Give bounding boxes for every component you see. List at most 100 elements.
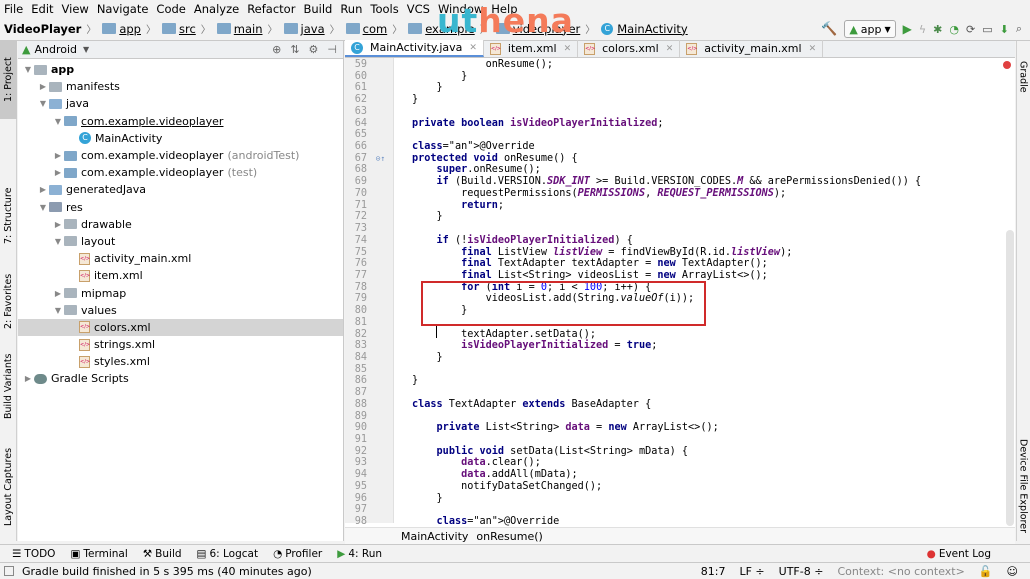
code-line[interactable]: 87 [345, 387, 1015, 399]
tree-item[interactable]: </> item.xml [18, 267, 343, 284]
breadcrumb-item[interactable]: src 〉 [161, 21, 217, 36]
code-line[interactable]: 86} [345, 375, 1015, 387]
code-line[interactable]: 80 } [345, 305, 1015, 317]
chevron-down-icon[interactable]: ▼ [52, 117, 64, 126]
status-toggle-icon[interactable] [4, 566, 14, 576]
chevron-right-icon[interactable]: ▶ [52, 151, 64, 160]
tree-item[interactable]: ▼ values [18, 302, 343, 319]
tab-logcat[interactable]: ▤ 6: Logcat [197, 548, 259, 560]
code-line[interactable]: 61 } [345, 82, 1015, 94]
code-line[interactable]: 60 } [345, 71, 1015, 83]
code-line[interactable]: 94 data.addAll(mData); [345, 469, 1015, 481]
tab-build-variants[interactable]: Build Variants [0, 346, 17, 426]
code-line[interactable]: 73 [345, 223, 1015, 235]
code-line[interactable]: 85 [345, 364, 1015, 376]
code-line[interactable]: 92 public void setData(List<String> mDat… [345, 446, 1015, 458]
menu-file[interactable]: File [4, 2, 23, 16]
tree-item[interactable]: ▶ com.example.videoplayer (test) [18, 164, 343, 181]
chevron-right-icon[interactable]: ▶ [52, 220, 64, 229]
chevron-right-icon[interactable]: ▶ [37, 82, 49, 91]
code-line[interactable]: 77 final List<String> videosList = new A… [345, 270, 1015, 282]
hide-icon[interactable]: ⊣ [327, 43, 337, 56]
caret-position[interactable]: 81:7 [701, 565, 726, 578]
tab-profiler[interactable]: ◔ Profiler [273, 548, 322, 560]
menu-build[interactable]: Build [303, 2, 332, 16]
code-line[interactable]: 70 requestPermissions(PERMISSIONS, REQUE… [345, 188, 1015, 200]
lock-icon[interactable]: 🔓 [979, 565, 993, 578]
code-line[interactable]: 75 final ListView listView = findViewByI… [345, 247, 1015, 259]
profile-icon[interactable]: ◔ [949, 23, 959, 36]
code-line[interactable]: 97 [345, 504, 1015, 516]
hammer-icon[interactable]: 🔨 [821, 22, 837, 37]
editor-tab[interactable]: C MainActivity.java ✕ [345, 40, 484, 57]
sdk-icon[interactable]: ⬇ [1000, 23, 1009, 36]
tab-todo[interactable]: ☰ TODO [12, 548, 55, 560]
breadcrumb-item[interactable]: VideoPlayer 〉 [4, 21, 102, 37]
code-line[interactable]: 81 [345, 317, 1015, 329]
tree-item[interactable]: ▶ generatedJava [18, 181, 343, 198]
chevron-right-icon[interactable]: ▶ [52, 289, 64, 298]
line-separator[interactable]: LF ÷ [739, 565, 764, 578]
chevron-down-icon[interactable]: ▼ [52, 306, 64, 315]
breadcrumb-item[interactable]: java 〉 [283, 21, 346, 36]
tree-item[interactable]: </> styles.xml [18, 353, 343, 370]
code-line[interactable]: 83 isVideoPlayerInitialized = true; [345, 340, 1015, 352]
menu-navigate[interactable]: Navigate [97, 2, 149, 16]
tab-structure[interactable]: 7: Structure [0, 176, 17, 256]
file-encoding[interactable]: UTF-8 ÷ [779, 565, 824, 578]
close-icon[interactable]: ✕ [564, 44, 572, 54]
code-line[interactable]: 98 class="an">@Override [345, 516, 1015, 528]
sync-icon[interactable]: ⟳ [966, 23, 975, 36]
editor-tab[interactable]: </> item.xml ✕ [484, 40, 579, 57]
collapse-all-icon[interactable]: ⇅ [290, 43, 299, 56]
chevron-right-icon[interactable]: ▶ [22, 374, 34, 383]
breadcrumb-item[interactable]: C MainActivity [601, 22, 688, 36]
apply-changes-icon[interactable]: ϟ [919, 23, 926, 36]
status-message[interactable]: Gradle build finished in 5 s 395 ms (40 … [22, 565, 312, 578]
code-line[interactable]: 69 if (Build.VERSION.SDK_INT >= Build.VE… [345, 176, 1015, 188]
breadcrumb-item[interactable]: app 〉 [102, 21, 162, 36]
code-line[interactable]: 91 [345, 434, 1015, 446]
chevron-down-icon[interactable]: ▼ [22, 65, 34, 74]
code-line[interactable]: 62} [345, 94, 1015, 106]
code-line[interactable]: 67 ⊙↑ protected void onResume() { [345, 153, 1015, 165]
tab-gradle[interactable]: Gradle [1016, 47, 1030, 107]
tab-run[interactable]: ▶ 4: Run [337, 548, 382, 560]
chevron-right-icon[interactable]: ▶ [37, 185, 49, 194]
code-line[interactable]: 74 if (!isVideoPlayerInitialized) { [345, 235, 1015, 247]
tab-project[interactable]: 1: Project [0, 41, 17, 119]
tree-item[interactable]: ▼ app [18, 61, 343, 78]
code-line[interactable]: 93 data.clear(); [345, 457, 1015, 469]
code-line[interactable]: 64 private boolean isVideoPlayerInitializ… [345, 118, 1015, 130]
editor-tab[interactable]: </> colors.xml ✕ [578, 40, 681, 57]
tree-item[interactable]: ▶ drawable [18, 216, 343, 233]
menu-vcs[interactable]: VCS [407, 2, 430, 16]
tree-item[interactable]: ▶ Gradle Scripts [18, 370, 343, 387]
breadcrumb-item[interactable]: main 〉 [216, 21, 284, 36]
inspector-icon[interactable]: ☺ [1007, 565, 1018, 578]
editor-tab[interactable]: </> activity_main.xml ✕ [680, 40, 824, 57]
chevron-right-icon[interactable]: ▶ [52, 168, 64, 177]
code-line[interactable]: 76 final TextAdapter textAdapter = new T… [345, 258, 1015, 270]
event-log-button[interactable]: ● Event Log [927, 548, 991, 560]
tree-item[interactable]: C MainActivity [18, 130, 343, 147]
code-line[interactable]: 95 notifyDataSetChanged(); [345, 481, 1015, 493]
tree-item[interactable]: ▼ com.example.videoplayer [18, 113, 343, 130]
tab-favorites[interactable]: 2: Favorites [0, 261, 17, 341]
code-line[interactable]: 65 [345, 129, 1015, 141]
tree-item[interactable]: ▼ res [18, 199, 343, 216]
breadcrumb-class[interactable]: MainActivity [401, 530, 468, 543]
menu-code[interactable]: Code [156, 2, 185, 16]
code-line[interactable]: 63 [345, 106, 1015, 118]
code-line[interactable]: 79 videosList.add(String.valueOf(i)); [345, 293, 1015, 305]
tree-item[interactable]: </> activity_main.xml [18, 250, 343, 267]
tree-item[interactable]: ▶ mipmap [18, 284, 343, 301]
code-line[interactable]: 66 class="an">@Override [345, 141, 1015, 153]
close-icon[interactable]: ✕ [666, 44, 674, 54]
error-indicator-icon[interactable] [1003, 61, 1011, 69]
menu-view[interactable]: View [62, 2, 89, 16]
code-line[interactable]: 82 textAdapter.setData(); [345, 329, 1015, 341]
chevron-down-icon[interactable]: ▼ [37, 99, 49, 108]
menu-analyze[interactable]: Analyze [194, 2, 239, 16]
code-line[interactable]: 78 for (int i = 0; i < 100; i++) { [345, 282, 1015, 294]
